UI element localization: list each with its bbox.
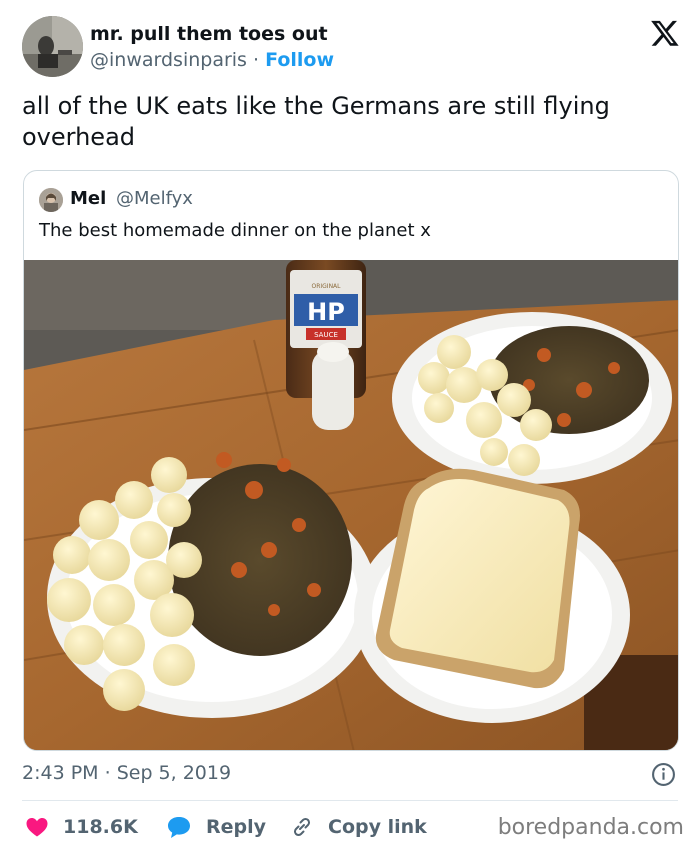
divider [22,800,678,801]
bottle-brand-label: HP [307,298,345,326]
author-name[interactable]: mr. pull them toes out [90,23,328,45]
reply-bubble-icon [168,817,190,838]
link-icon [293,817,311,837]
x-logo-icon[interactable] [650,18,680,48]
author-avatar[interactable] [22,16,83,77]
author-handle-row: @inwardsinparis · Follow [90,49,334,71]
reply-button[interactable]: Reply [166,812,266,842]
like-count: 118.6K [63,816,138,838]
meta-separator: · [104,762,111,784]
like-button[interactable]: 118.6K [25,812,138,842]
heart-icon [26,818,48,837]
quoted-author-avatar[interactable] [39,188,63,212]
follow-button[interactable]: Follow [265,49,334,71]
copy-link-button[interactable]: Copy link [290,812,427,842]
tweet-header: mr. pull them toes out @inwardsinparis ·… [22,16,682,78]
tweet-text: all of the UK eats like the Germans are … [22,92,610,151]
quoted-author-handle[interactable]: @Melfyx [116,188,193,209]
quoted-tweet-text: The best homemade dinner on the planet x [39,220,431,241]
separator-dot: · [253,49,260,71]
tweet-time: 2:43 PM [22,762,99,784]
boredpanda-watermark: boredpanda.com [497,815,684,840]
bottle-bottom-label: SAUCE [314,331,338,339]
author-handle[interactable]: @inwardsinparis [90,49,247,71]
tweet-timestamp[interactable]: 2:43 PM · Sep 5, 2019 [22,762,231,784]
quoted-author-name[interactable]: Mel [70,188,106,209]
info-icon[interactable] [651,762,676,787]
reply-label: Reply [206,816,267,838]
bottle-top-label: ORIGINAL [311,283,341,290]
copy-link-label: Copy link [328,816,427,838]
quoted-tweet-card[interactable]: Mel @Melfyx The best homemade dinner on … [23,170,679,751]
tweet-date: Sep 5, 2019 [116,762,232,784]
dinner-photo[interactable]: HP ORIGINAL SAUCE [24,260,679,751]
